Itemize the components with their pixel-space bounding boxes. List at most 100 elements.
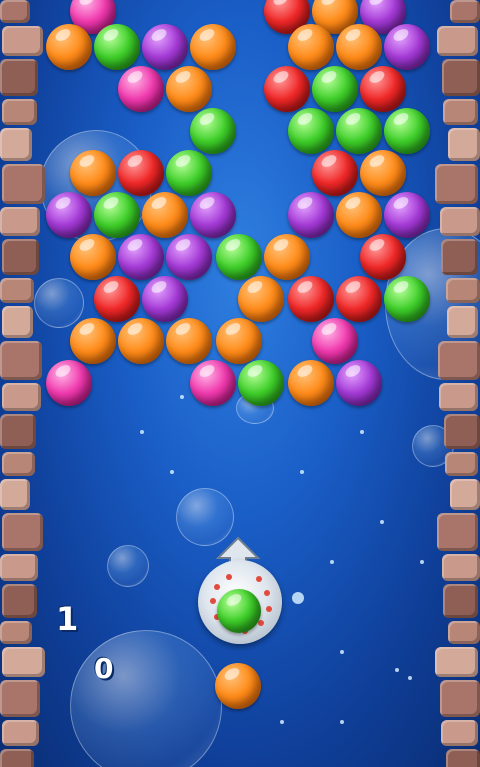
green-bubble: [216, 234, 262, 280]
next-bubble[interactable]: [215, 663, 261, 709]
purple-bubble: [142, 276, 188, 322]
rock: [2, 99, 37, 125]
rock: [440, 680, 480, 717]
orange-bubble: [166, 66, 212, 112]
orange-bubble: [70, 318, 116, 364]
purple-bubble: [336, 360, 382, 406]
purple-bubble: [384, 192, 430, 238]
launcher-light: [210, 598, 216, 604]
rock: [444, 414, 480, 449]
left-rock-wall: [0, 0, 45, 767]
orange-bubble: [360, 150, 406, 196]
rock: [441, 239, 478, 275]
red-bubble: [118, 150, 164, 196]
rock: [437, 513, 478, 551]
green-bubble: [384, 108, 430, 154]
rock: [2, 452, 35, 476]
rock: [0, 0, 30, 23]
launcher-light: [266, 606, 272, 612]
rock: [442, 59, 480, 96]
rock: [445, 452, 478, 476]
green-bubble: [94, 192, 140, 238]
rock: [2, 306, 33, 338]
rock: [0, 414, 36, 449]
rock: [0, 128, 32, 161]
rock: [448, 621, 480, 644]
orange-bubble: [118, 318, 164, 364]
rock: [446, 749, 480, 767]
green-bubble: [190, 108, 236, 154]
rock: [439, 383, 478, 411]
pink-bubble: [46, 360, 92, 406]
rock: [438, 341, 480, 380]
orange-bubble: [46, 24, 92, 70]
rock: [2, 647, 45, 677]
game-stage[interactable]: 1 0: [0, 0, 480, 767]
launcher-light: [214, 584, 220, 590]
green-bubble: [166, 150, 212, 196]
right-rock-wall: [435, 0, 480, 767]
rock: [443, 584, 478, 618]
green-bubble: [336, 108, 382, 154]
rock: [0, 278, 34, 303]
orange-bubble: [336, 24, 382, 70]
rock: [2, 720, 39, 746]
launcher-light: [226, 574, 232, 580]
hud-count-lower: 0: [94, 652, 114, 685]
red-bubble: [264, 66, 310, 112]
rock: [440, 207, 480, 236]
orange-bubble: [238, 276, 284, 322]
green-bubble: [312, 66, 358, 112]
rock: [2, 513, 43, 551]
rock: [443, 99, 478, 125]
purple-bubble: [384, 24, 430, 70]
purple-bubble: [142, 24, 188, 70]
red-bubble: [336, 276, 382, 322]
red-bubble: [288, 276, 334, 322]
orange-bubble: [288, 24, 334, 70]
launcher-light: [258, 620, 264, 626]
hud-count-upper: 1: [56, 600, 79, 638]
red-bubble: [312, 150, 358, 196]
rock: [2, 584, 37, 618]
rock: [0, 680, 40, 717]
rock: [442, 554, 480, 581]
rock: [2, 26, 43, 56]
green-bubble: [94, 24, 140, 70]
orange-bubble: [190, 24, 236, 70]
orange-bubble: [264, 234, 310, 280]
orange-bubble: [336, 192, 382, 238]
rock: [0, 59, 38, 96]
green-bubble: [238, 360, 284, 406]
rock: [0, 621, 32, 644]
purple-bubble: [46, 192, 92, 238]
rock: [437, 26, 478, 56]
rock: [2, 383, 41, 411]
rock: [0, 554, 38, 581]
rock: [2, 239, 39, 275]
purple-bubble: [166, 234, 212, 280]
purple-bubble: [118, 234, 164, 280]
orange-bubble: [216, 318, 262, 364]
rock: [450, 0, 480, 23]
launcher-light: [264, 590, 270, 596]
purple-bubble: [190, 192, 236, 238]
rock: [0, 479, 30, 510]
rock: [450, 479, 480, 510]
rock: [435, 164, 478, 204]
red-bubble: [94, 276, 140, 322]
rock: [447, 306, 478, 338]
bubble-grid[interactable]: [0, 0, 480, 767]
red-bubble: [360, 66, 406, 112]
launcher-light: [256, 576, 262, 582]
pink-bubble: [118, 66, 164, 112]
orange-bubble: [288, 360, 334, 406]
orange-bubble: [70, 234, 116, 280]
orange-bubble: [166, 318, 212, 364]
pink-bubble: [190, 360, 236, 406]
rock: [441, 720, 478, 746]
rock: [0, 749, 34, 767]
rock: [448, 128, 480, 161]
rock: [0, 207, 40, 236]
rock: [2, 164, 45, 204]
